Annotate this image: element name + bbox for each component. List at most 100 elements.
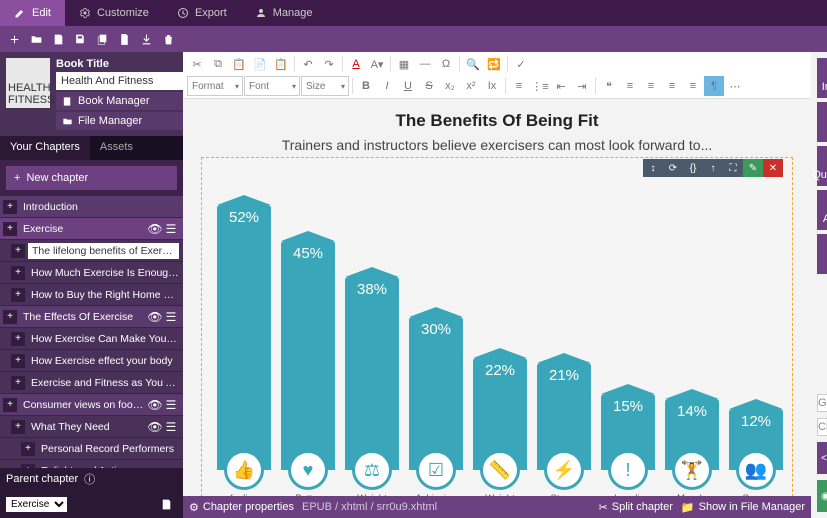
source-mode-button[interactable]: </> Source Mode — [817, 442, 827, 474]
insert-link[interactable]: Link — [817, 102, 827, 142]
block-code-icon[interactable]: {} — [683, 159, 703, 177]
eye-icon[interactable]: 👁 — [147, 398, 163, 412]
tab-manage[interactable]: Manage — [241, 0, 327, 26]
tb-special[interactable]: Ω — [436, 54, 456, 74]
tb-highlight[interactable]: ¶ — [704, 76, 724, 96]
new-chapter-button[interactable]: +New chapter — [6, 166, 177, 190]
tab-edit[interactable]: Edit — [0, 0, 65, 26]
block-up-icon[interactable]: ↑ — [703, 159, 723, 177]
side-action-1[interactable] — [4, 28, 26, 50]
block-move-icon[interactable]: ↕ — [643, 159, 663, 177]
block-expand-icon[interactable]: ⛶ — [723, 159, 743, 177]
tree-node[interactable]: +Introduction — [0, 196, 183, 218]
toggle-icon[interactable]: + — [11, 266, 25, 280]
tb-align-r[interactable]: ≡ — [662, 76, 682, 96]
tb-outdent[interactable]: ⇤ — [551, 76, 571, 96]
insert-image[interactable]: Image — [817, 58, 827, 98]
tree-node[interactable]: +Personal Record Performers — [0, 438, 183, 460]
tb-align-c[interactable]: ≡ — [641, 76, 661, 96]
toggle-icon[interactable]: + — [11, 288, 25, 302]
toggle-icon[interactable]: + — [3, 310, 17, 324]
toggle-icon[interactable]: + — [21, 442, 35, 456]
tree-node[interactable]: +How Much Exercise Is Enough? — [0, 262, 183, 284]
tb-bold[interactable]: B — [356, 76, 376, 96]
tab-export[interactable]: Export — [163, 0, 241, 26]
preview-mode-button[interactable]: ◉ Preview Mode — [817, 480, 827, 512]
tb-undo[interactable]: ↶ — [298, 54, 318, 74]
eye-icon[interactable]: 👁 — [147, 222, 163, 236]
toggle-icon[interactable]: + — [11, 244, 25, 258]
toggle-icon[interactable]: + — [11, 420, 25, 434]
tab-customize[interactable]: Customize — [65, 0, 163, 26]
tree-node[interactable]: +Exercise and Fitness as You Age — [0, 372, 183, 394]
tb-ul[interactable]: ⋮≡ — [530, 76, 550, 96]
tree-node[interactable]: +The Effects Of Exercise👁☰ — [0, 306, 183, 328]
tb-underline[interactable]: U — [398, 76, 418, 96]
eye-icon[interactable]: 👁 — [147, 310, 163, 324]
tree-node[interactable]: +Exercise👁☰ — [0, 218, 183, 240]
menu-icon[interactable]: ☰ — [163, 398, 179, 412]
tb-table[interactable]: ▦ — [394, 54, 414, 74]
menu-icon[interactable]: ☰ — [163, 222, 179, 236]
tree-node[interactable]: +Consumer views on food & fitne👁☰ — [0, 394, 183, 416]
tb-italic[interactable]: I — [377, 76, 397, 96]
tb-strike[interactable]: S — [419, 76, 439, 96]
toggle-icon[interactable]: + — [11, 354, 25, 368]
tree-node[interactable]: +What They Need👁☰ — [0, 416, 183, 438]
insert-questions[interactable]: Questions — [817, 146, 827, 186]
tb-more[interactable]: ⋯ — [725, 76, 745, 96]
tree-node[interactable]: +How to Buy the Right Home Exercise E — [0, 284, 183, 306]
tb-find[interactable]: 🔍 — [463, 54, 483, 74]
tb-paste-word[interactable]: 📋 — [271, 54, 291, 74]
parent-save-icon[interactable] — [155, 493, 177, 515]
side-action-save[interactable] — [48, 28, 70, 50]
tree-node[interactable]: +The lifelong benefits of Exercise — [0, 240, 183, 262]
tree-node[interactable]: +How Exercise Can Make You Happy — [0, 328, 183, 350]
side-action-doc[interactable] — [113, 28, 135, 50]
menu-icon[interactable]: ☰ — [163, 420, 179, 434]
tb-hr[interactable]: — — [415, 54, 435, 74]
side-action-folder[interactable] — [26, 28, 48, 50]
block-edit-icon[interactable]: ✎ — [743, 159, 763, 177]
tb-replace[interactable]: 🔁 — [484, 54, 504, 74]
chart-block[interactable]: 52%👍feelinggood45%♥Betterhealth38%⚖Weigh… — [201, 157, 793, 496]
eye-icon[interactable]: 👁 — [147, 420, 163, 434]
toggle-icon[interactable]: + — [11, 376, 25, 390]
tb-clean[interactable]: ✓ — [511, 54, 531, 74]
tb-textcolor[interactable]: A — [346, 54, 366, 74]
tree-node[interactable]: +Enlightened Actives — [0, 460, 183, 468]
side-action-copy[interactable] — [92, 28, 114, 50]
tb-indent[interactable]: ⇥ — [572, 76, 592, 96]
tb-redo[interactable]: ↷ — [319, 54, 339, 74]
tb-align-l[interactable]: ≡ — [620, 76, 640, 96]
insert-3d[interactable]: 3d — [817, 234, 827, 274]
toggle-icon[interactable]: + — [11, 332, 25, 346]
tree-node[interactable]: +How Exercise effect your body — [0, 350, 183, 372]
tb-sub[interactable]: x₂ — [440, 76, 460, 96]
block-delete-icon[interactable]: ✕ — [763, 159, 783, 177]
side-action-save2[interactable] — [70, 28, 92, 50]
subtab-assets[interactable]: Assets — [90, 136, 143, 160]
block-refresh-icon[interactable]: ⟳ — [663, 159, 683, 177]
tb-bgcolor[interactable]: A▾ — [367, 54, 387, 74]
tb-clear[interactable]: Ix — [482, 76, 502, 96]
insert-audio[interactable]: Audio — [817, 190, 827, 230]
tb-copy[interactable]: ⧉ — [208, 54, 228, 74]
toggle-icon[interactable]: + — [3, 398, 17, 412]
side-action-del[interactable] — [157, 28, 179, 50]
chapter-properties-button[interactable]: ⚙ Chapter properties — [189, 501, 294, 514]
tb-format-select[interactable]: Format — [187, 76, 243, 96]
tb-size-select[interactable]: Size — [301, 76, 349, 96]
subtab-chapters[interactable]: Your Chapters — [0, 136, 90, 160]
show-in-fm-button[interactable]: 📁 Show in File Manager — [681, 501, 805, 514]
tb-cut[interactable]: ✂ — [187, 54, 207, 74]
tb-font-select[interactable]: Font — [244, 76, 300, 96]
tb-align-j[interactable]: ≡ — [683, 76, 703, 96]
side-action-down[interactable] — [135, 28, 157, 50]
toggle-icon[interactable]: + — [3, 200, 17, 214]
parent-chapter-select[interactable]: Exercise — [6, 497, 67, 512]
tb-paste-plain[interactable]: 📄 — [250, 54, 270, 74]
chapter-mode-switch[interactable]: ChapterJSCSS — [817, 418, 827, 436]
toggle-icon[interactable]: + — [3, 222, 17, 236]
tb-quote[interactable]: ❝ — [599, 76, 619, 96]
